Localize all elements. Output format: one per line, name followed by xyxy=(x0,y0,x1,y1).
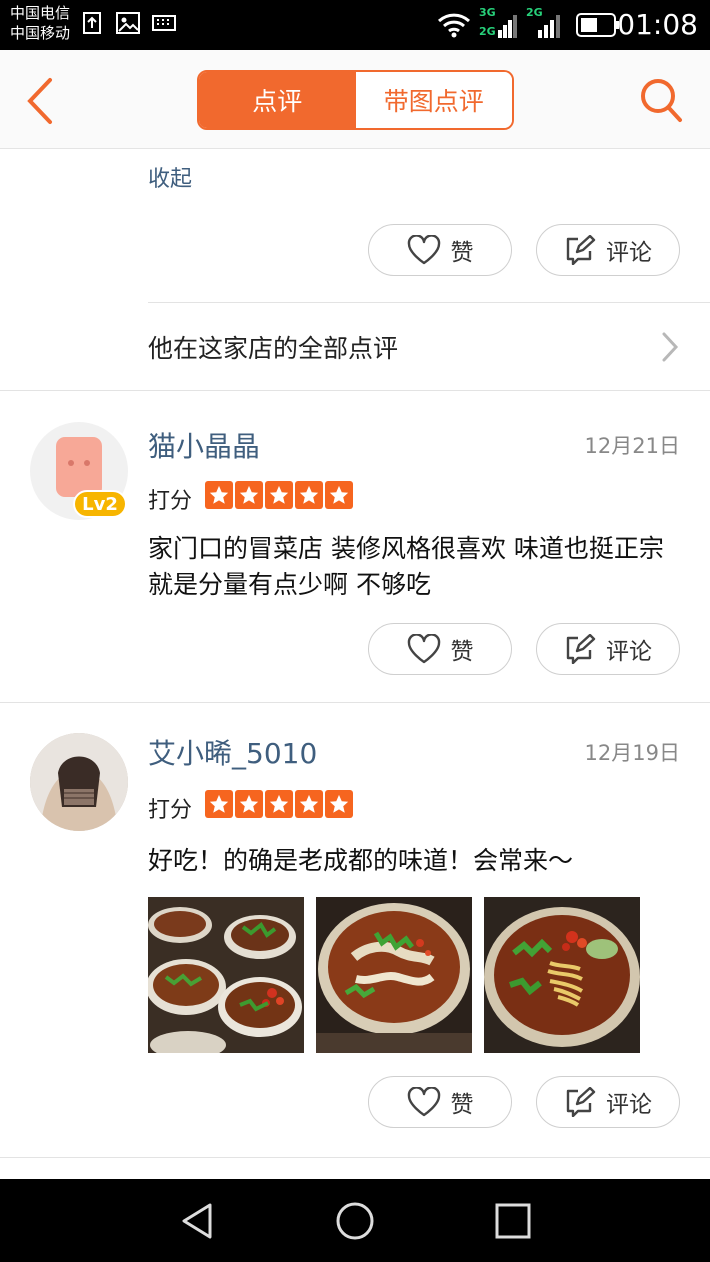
edit-comment-icon xyxy=(566,634,596,664)
heart-icon xyxy=(407,1087,440,1117)
star-icon xyxy=(295,790,323,818)
level-badge: Lv2 xyxy=(73,490,127,518)
carrier-2: 中国移动 xyxy=(10,24,71,42)
review-item: 艾小晞_5010 12月19日 打分 好吃！的确是老成都的味道！会常来～ 赞 评… xyxy=(0,703,710,1158)
star-icon xyxy=(205,481,233,509)
square-recents-icon xyxy=(495,1203,531,1239)
comment-label: 评论 xyxy=(606,1092,652,1118)
star-icon xyxy=(235,481,263,509)
network-type-top: 3G xyxy=(479,6,496,19)
back-button[interactable] xyxy=(22,76,62,126)
all-reviews-link[interactable]: 他在这家店的全部点评 xyxy=(148,303,680,389)
keyboard-notification-icon xyxy=(152,15,176,35)
star-icon xyxy=(265,481,293,509)
like-button[interactable]: 赞 xyxy=(368,623,512,675)
divider xyxy=(0,1157,710,1158)
search-icon xyxy=(641,79,682,122)
clock: 01:08 xyxy=(617,8,698,41)
comment-button[interactable]: 评论 xyxy=(536,623,680,675)
signal-icon xyxy=(498,12,518,42)
wifi-icon xyxy=(437,12,471,42)
score-label: 打分 xyxy=(148,489,193,514)
signal-2-icon xyxy=(538,12,564,42)
tab-photo-reviews[interactable]: 带图点评 xyxy=(355,72,512,128)
image-notification-icon xyxy=(116,12,140,38)
top-header: 点评 带图点评 xyxy=(0,50,710,149)
search-button[interactable] xyxy=(638,76,684,124)
star-icon xyxy=(205,790,233,818)
review-date: 12月19日 xyxy=(584,741,680,765)
battery-icon xyxy=(576,13,620,41)
edit-comment-icon xyxy=(566,1087,596,1117)
comment-label: 评论 xyxy=(606,639,652,665)
review-date: 12月21日 xyxy=(584,434,680,458)
like-label: 赞 xyxy=(450,639,474,665)
triangle-back-icon xyxy=(182,1203,212,1239)
comment-button[interactable]: 评论 xyxy=(536,224,680,276)
upload-notification-icon xyxy=(83,12,101,38)
circle-home-icon xyxy=(336,1202,374,1240)
like-button[interactable]: 赞 xyxy=(368,224,512,276)
review-type-tabs: 点评 带图点评 xyxy=(197,70,514,130)
review-item: Lv2 猫小晶晶 12月21日 打分 家门口的冒菜店 装修风格很喜欢 味道也挺正… xyxy=(0,391,710,702)
review-text: 好吃！的确是老成都的味道！会常来～ xyxy=(148,846,574,875)
status-bar: 中国电信 中国移动 3G 2G 2G 01:08 xyxy=(0,0,710,50)
network-type-bottom: 2G xyxy=(479,25,496,38)
edit-comment-icon xyxy=(566,235,596,265)
star-icon xyxy=(265,790,293,818)
chevron-right-icon xyxy=(662,332,679,362)
star-icon xyxy=(325,481,353,509)
username[interactable]: 猫小晶晶 xyxy=(148,425,260,465)
tab-reviews[interactable]: 点评 xyxy=(199,72,356,128)
food-photo-noodles xyxy=(484,897,640,1053)
review-actions: 赞 评论 xyxy=(368,623,680,675)
star-icon xyxy=(295,481,323,509)
star-rating xyxy=(205,790,353,818)
like-label: 赞 xyxy=(450,1092,474,1118)
nav-recents-button[interactable] xyxy=(493,1201,537,1241)
all-reviews-label: 他在这家店的全部点评 xyxy=(148,334,399,363)
food-photo-bowls xyxy=(148,897,304,1053)
like-label: 赞 xyxy=(450,240,474,266)
review-list: 收起 赞 评论 他在这家店的全部点评 Lv2 猫小晶晶 12月21日 打分 家门… xyxy=(0,149,710,1179)
review-photo[interactable] xyxy=(484,897,640,1053)
nav-home-button[interactable] xyxy=(334,1201,378,1241)
username[interactable]: 艾小晞_5010 xyxy=(148,732,317,772)
star-icon xyxy=(235,790,263,818)
previous-review-actions: 赞 评论 xyxy=(368,224,680,276)
review-photo[interactable] xyxy=(148,897,304,1053)
system-nav-bar xyxy=(0,1179,710,1262)
comment-label: 评论 xyxy=(606,240,652,266)
carrier-labels: 中国电信 中国移动 xyxy=(10,3,70,43)
heart-icon xyxy=(407,235,440,265)
food-photo-noodle-soup xyxy=(316,897,472,1053)
avatar[interactable] xyxy=(30,733,128,831)
score-label: 打分 xyxy=(148,798,193,823)
carrier-1: 中国电信 xyxy=(10,4,71,22)
like-button[interactable]: 赞 xyxy=(368,1076,512,1128)
review-photo[interactable] xyxy=(316,897,472,1053)
collapse-link[interactable]: 收起 xyxy=(148,161,192,193)
star-rating xyxy=(205,481,353,509)
review-text: 家门口的冒菜店 装修风格很喜欢 味道也挺正宗 就是分量有点少啊 不够吃 xyxy=(148,534,664,599)
heart-icon xyxy=(407,634,440,664)
nav-back-button[interactable] xyxy=(178,1201,222,1241)
review-photos xyxy=(148,897,648,1053)
chevron-left-icon xyxy=(27,78,52,124)
user-photo-avatar xyxy=(30,733,128,831)
star-icon xyxy=(325,790,353,818)
comment-button[interactable]: 评论 xyxy=(536,1076,680,1128)
review-actions: 赞 评论 xyxy=(368,1076,680,1128)
